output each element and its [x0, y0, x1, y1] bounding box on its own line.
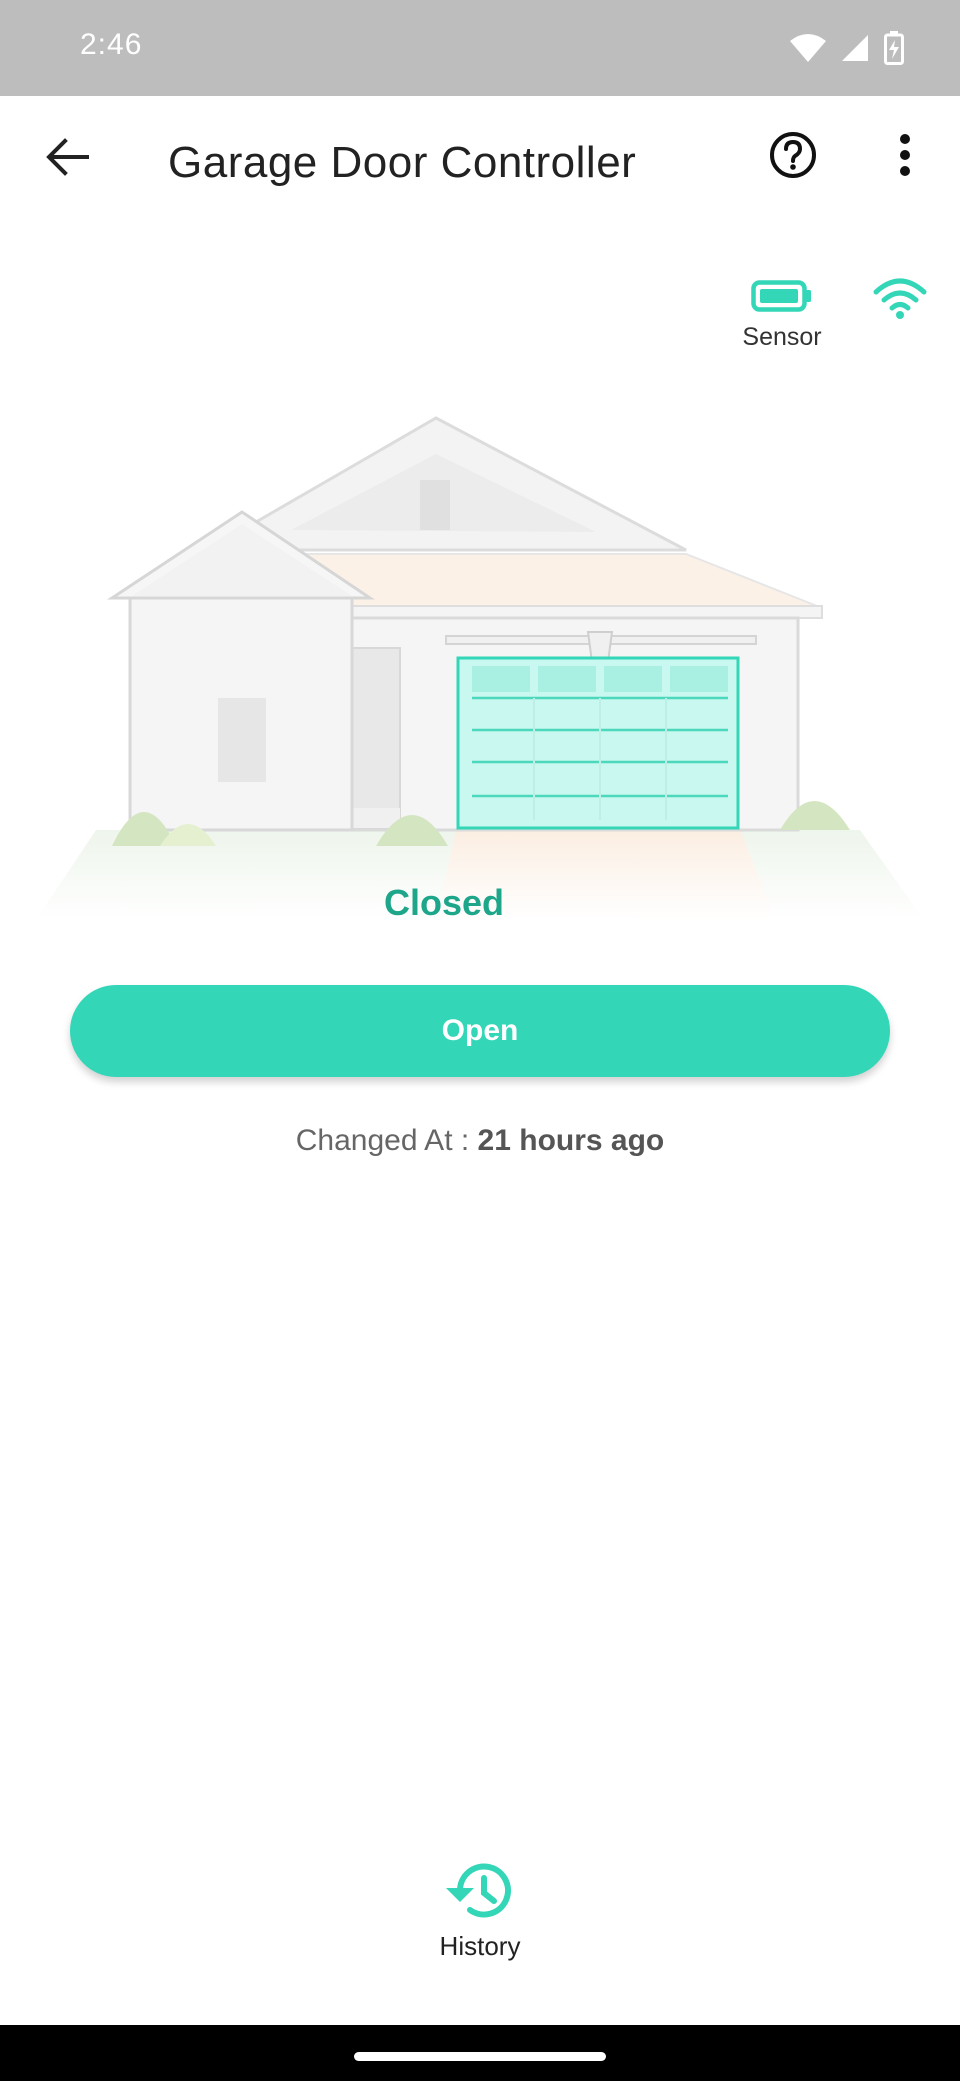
history-button[interactable]: History: [420, 1858, 540, 1962]
back-button[interactable]: [32, 122, 102, 192]
sensor-label: Sensor: [742, 323, 822, 351]
sensor-battery-indicator[interactable]: Sensor: [734, 280, 830, 352]
wifi-icon: [873, 278, 927, 319]
page-title: Garage Door Controller: [168, 138, 637, 187]
wifi-connection-indicator[interactable]: [872, 276, 928, 320]
status-bar: 2:46: [0, 0, 960, 96]
help-icon: [770, 132, 816, 178]
garage-house-illustration: [36, 400, 924, 930]
changed-at-value: 21 hours ago: [477, 1124, 665, 1157]
more-options-button[interactable]: [870, 120, 940, 190]
app-bar: Garage Door Controller: [0, 96, 960, 228]
system-nav-bar: [0, 2025, 960, 2081]
open-door-button[interactable]: Open: [70, 985, 890, 1077]
changed-at-label: Changed At :: [295, 1124, 478, 1157]
battery-icon: [751, 280, 811, 312]
status-icons: [790, 30, 904, 66]
more-vert-icon: [900, 134, 910, 176]
battery-charging-icon: [884, 31, 904, 65]
status-time: 2:46: [80, 28, 143, 61]
changed-at-row: Changed At : 21 hours ago: [0, 1124, 960, 1158]
cellular-signal-icon: [842, 35, 868, 61]
help-button[interactable]: [758, 120, 828, 190]
wifi-status-icon: [790, 34, 826, 62]
door-status-label: Closed: [383, 882, 505, 923]
home-gesture-handle[interactable]: [354, 2052, 606, 2061]
history-icon: [446, 1863, 511, 1918]
back-arrow-icon: [46, 138, 89, 176]
history-label: History: [439, 1931, 521, 1961]
